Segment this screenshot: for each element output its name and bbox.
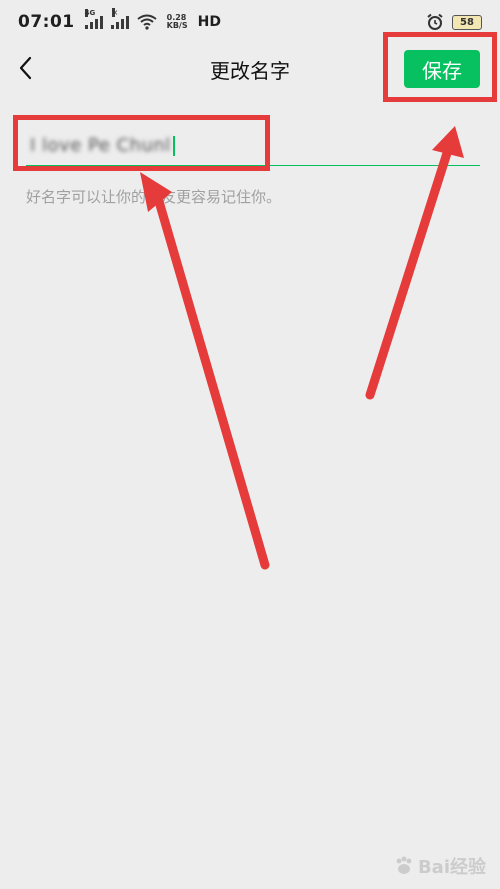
- signal-type-label: 4G: [84, 9, 96, 17]
- signal-none-label: ×: [111, 8, 119, 17]
- arrow-to-input: [140, 172, 270, 570]
- status-right: 58: [426, 13, 482, 31]
- hd-label: HD: [197, 14, 221, 30]
- cell-signal-icon: 4G: [84, 9, 103, 29]
- header: 更改名字 保存: [0, 44, 500, 92]
- name-input[interactable]: I love Pe Chunl: [26, 126, 480, 166]
- paw-logo-icon: [396, 856, 412, 874]
- name-input-value: I love Pe Chunl: [30, 135, 171, 156]
- wifi-icon: [137, 14, 157, 30]
- text-cursor: [172, 135, 175, 156]
- name-hint: 好名字可以让你的朋友更容易记住你。: [26, 188, 282, 206]
- status-indicators: 4G × 0.28 KB/S HD: [84, 8, 221, 30]
- net-speed: 0.28 KB/S: [167, 14, 188, 30]
- alarm-icon: [427, 13, 443, 30]
- net-speed-unit: KB/S: [166, 21, 188, 30]
- status-bar: 07:01 4G × 0.28 KB/S HD 58: [0, 0, 500, 44]
- cell-signal-2-icon: ×: [110, 8, 129, 29]
- watermark: Bai经验: [393, 853, 486, 879]
- save-button[interactable]: 保存: [404, 50, 480, 88]
- battery-indicator: 58: [452, 14, 482, 30]
- arrow-to-save: [365, 126, 464, 400]
- status-time: 07:01: [18, 12, 75, 32]
- watermark-text: Bai经验: [417, 857, 486, 878]
